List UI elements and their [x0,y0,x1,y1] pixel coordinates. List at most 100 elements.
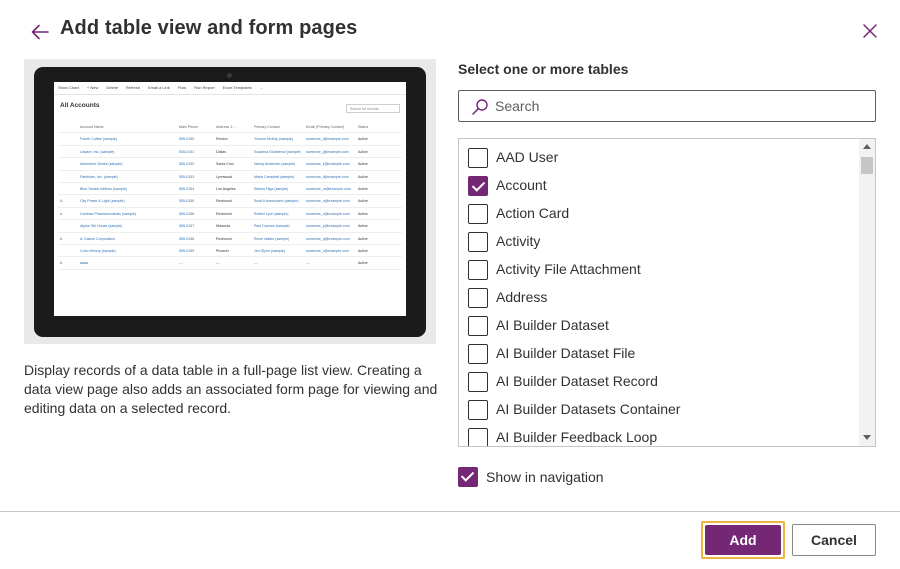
preview-grid-cell: Robert Lyon (sample) [254,211,289,216]
table-list-item[interactable]: Action Card [459,199,859,227]
preview-grid-cell: Dallas [216,149,226,154]
preview-grid-cell: Redmond [216,199,232,204]
preview-column-header: Status [358,125,369,129]
preview-grid-cell: --- [254,261,258,266]
preview-grid-cell: 555-0152 [179,162,195,167]
checkbox-checked[interactable] [468,176,488,196]
preview-grid-cell: Blue Yonder Airlines (sample) [80,186,127,191]
preview-grid-cell: Active [358,149,368,154]
table-list-item-label: AI Builder Feedback Loop [496,429,658,445]
preview-grid-cell: A. Datum Corporation [80,236,115,241]
checkbox[interactable] [468,148,488,168]
checkbox[interactable] [468,344,488,364]
preview-view-title: All Accounts [60,102,100,109]
preview-grid-cell: 555-0159 [179,248,195,253]
preview-command-item: Email a Link [147,85,170,90]
preview-column-header: Email (Primary Contact) [306,125,345,129]
table-list-item[interactable]: Activity File Attachment [459,255,859,283]
preview-grid-cell: 555-0158 [179,236,195,241]
preview-command-bar: Show Chart + New Delete Refresh Email a Link… [54,82,406,95]
table-list-item[interactable]: Address [459,283,859,311]
tables-scrollbar[interactable] [859,139,875,446]
preview-grid-cell: Paul Cannon (sample) [254,224,290,229]
preview-grid-row: Adventure Works (sample) 555-0152 Santa Cr… [58,158,402,171]
preview-grid-cell: someone_j@example.com [306,149,349,154]
table-list-item[interactable]: Activity [459,227,859,255]
preview-grid-cell: Active [358,199,368,204]
preview-command-item: Delete [106,85,118,90]
preview-grid-cell: Active [358,248,368,253]
checkbox[interactable] [468,204,488,224]
preview-command-item: Refresh [125,85,140,90]
search-box[interactable] [458,90,876,122]
preview-grid-cell: --- [216,261,220,266]
preview-command-item: Show Chart [58,85,79,90]
preview-command-item: ... [259,85,264,90]
scroll-thumb[interactable] [861,157,873,174]
preview-grid-row: A A. Datum Corporation 555-0158 Redmond Rene… [58,233,402,245]
preview-grid-cell: A [60,236,63,241]
checkmark-icon[interactable] [458,467,478,487]
preview-grid-cell: 555-0151 [179,149,195,154]
table-list-item-label: AI Builder Dataset [496,317,609,333]
tablet-frame: Show Chart + New Delete Refresh Email a Link… [34,67,426,337]
table-list-item-label: Activity File Attachment [496,261,641,277]
preview-grid-cell: someone_r@example.com [306,248,349,253]
dialog-title: Add table view and form pages [60,17,358,39]
table-list-item[interactable]: AI Builder Feedback Loop [459,423,859,446]
table-list-item-label: AI Builder Datasets Container [496,401,681,417]
preview-grid-cell: --- [306,261,310,266]
preview-column-header: Account Name [80,125,104,129]
checkbox[interactable] [468,288,488,308]
description-text: Display records of a data table in a ful… [24,362,438,416]
preview-grid-cell: Contoso Pharmaceuticals (sample) [80,211,136,216]
table-list-item[interactable]: Account [459,171,859,199]
preview-grid-cell: Phoenix [216,248,229,253]
preview-grid-cell: Active [358,261,368,266]
preview-grid-cell: 555-0155 [179,199,195,204]
tablet-camera [227,73,232,78]
preview-grid-cell: Active [358,174,368,179]
preview-grid-cell: Litware, Inc. (sample) [80,149,115,154]
preview-grid-cell: Redmond [216,211,232,216]
scroll-up-arrow-icon[interactable] [863,144,871,149]
preview-grid-cell: Active [358,186,368,191]
preview-grid-cell: Coho Winery (sample) [80,248,116,253]
checkbox[interactable] [468,400,488,420]
preview-grid-cell: someone_p@example.com [306,224,350,229]
show-in-navigation-checkbox[interactable]: Show in navigation [458,467,658,488]
preview-command-item: Run Report [194,85,215,90]
table-list-item[interactable]: AI Builder Dataset Record [459,367,859,395]
preview-grid-cell: Lynnwood [216,174,233,179]
table-list-item[interactable]: AI Builder Dataset [459,311,859,339]
table-list-item-label: AI Builder Dataset File [496,345,636,361]
table-list-item-label: AAD User [496,149,559,165]
checkbox[interactable] [468,260,488,280]
add-button[interactable]: Add [705,525,781,555]
preview-grid-cell: Nancy Anderson (sample) [254,162,296,167]
back-arrow-icon[interactable] [28,20,52,44]
checkbox[interactable] [468,316,488,336]
preview-grid-cell: someone_l@example.com [306,174,349,179]
close-icon[interactable] [859,20,881,42]
cancel-button[interactable]: Cancel [792,524,876,556]
checkbox[interactable] [468,232,488,252]
preview-grid-cell: Renton [216,137,228,142]
checkbox[interactable] [468,372,488,392]
preview-grid-cell: Maria Campbell (sample) [254,174,295,179]
preview-command-item: Excel Templates [222,85,252,90]
tables-list-items: AAD User Account Action Card Activity Activi… [459,143,859,446]
scroll-down-arrow-icon[interactable] [863,435,871,440]
table-list-item[interactable]: AI Builder Dataset File [459,339,859,367]
search-input[interactable] [495,96,865,116]
preview-command-item: + New [86,85,99,90]
preview-grid-cell: A [60,199,63,204]
table-list-item-label: Address [496,289,548,305]
preview-grid-cell: Active [358,211,368,216]
table-list-item[interactable]: AI Builder Datasets Container [459,395,859,423]
preview-grid-cell: Yvonne McKay (sample) [254,137,293,142]
preview-grid-cell: 555-0157 [179,224,195,229]
checkbox[interactable] [468,428,488,446]
preview-grid-cell: Alpine Ski House (sample) [80,224,123,229]
table-list-item[interactable]: AAD User [459,143,859,171]
